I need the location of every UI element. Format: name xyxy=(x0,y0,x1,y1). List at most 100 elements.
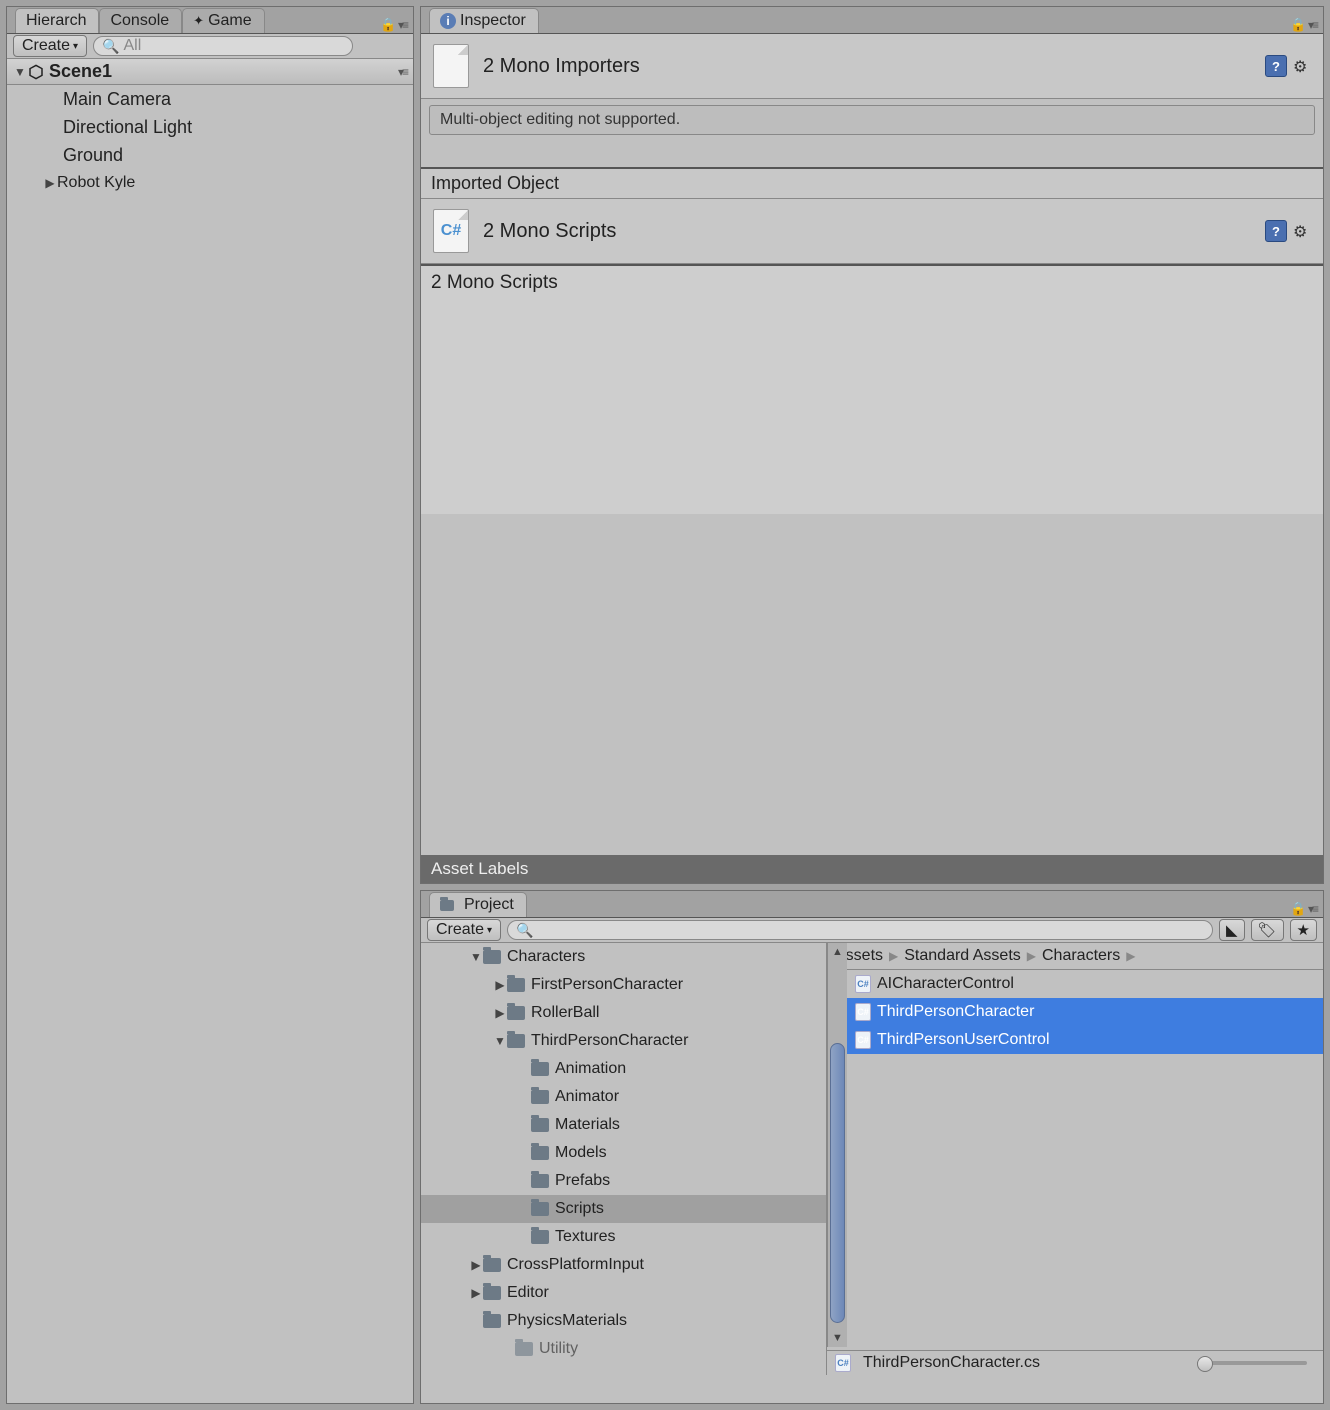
csharp-file-icon: C# xyxy=(433,209,469,253)
tree-item-scripts[interactable]: Scripts xyxy=(421,1195,826,1223)
folder-icon xyxy=(515,1342,533,1356)
scroll-thumb[interactable] xyxy=(830,1043,845,1323)
thumbnail-size-slider[interactable] xyxy=(1197,1361,1307,1365)
hierarchy-search[interactable]: 🔍All xyxy=(93,36,353,56)
create-button[interactable]: Create▾ xyxy=(427,919,501,941)
csharp-icon: C# xyxy=(835,1354,851,1372)
hierarchy-item[interactable]: ▶Robot Kyle xyxy=(7,169,413,197)
tree-item[interactable]: ▶Editor xyxy=(421,1279,826,1307)
tree-item[interactable]: ▶RollerBall xyxy=(421,999,826,1027)
foldout-icon[interactable]: ▶ xyxy=(43,171,57,195)
inspector-body: 2 Mono Scripts xyxy=(421,264,1323,514)
project-toolbar: Create▾ 🔍 ◣ 🏷 ★ xyxy=(421,917,1323,943)
panel-menu-icon[interactable]: ▾≡ xyxy=(1308,902,1317,916)
panel-menu-icon[interactable]: ▾≡ xyxy=(1308,18,1317,32)
file-item[interactable]: C#AICharacterControl xyxy=(827,970,1323,998)
folder-icon xyxy=(507,1006,525,1020)
help-icon[interactable]: ? xyxy=(1265,55,1287,77)
csharp-icon: C# xyxy=(855,1003,871,1021)
folder-icon xyxy=(531,1146,549,1160)
scroll-up-icon[interactable]: ▲ xyxy=(828,943,847,961)
tab-game[interactable]: ✦Game xyxy=(182,8,264,33)
hierarchy-toolbar: Create▾ 🔍All xyxy=(7,33,413,59)
asset-labels-bar[interactable]: Asset Labels xyxy=(421,855,1323,883)
folder-icon xyxy=(507,978,525,992)
project-status-bar: C# ThirdPersonCharacter.cs xyxy=(827,1350,1323,1375)
inspector-panel: iInspector 🔒 ▾≡ 2 Mono Importers ? ⚙ Mul… xyxy=(420,6,1324,884)
crumb[interactable]: Characters xyxy=(1042,947,1120,965)
tree-item[interactable]: Utility xyxy=(421,1335,826,1363)
file-icon xyxy=(433,44,469,88)
lock-icon[interactable]: 🔒 xyxy=(1290,17,1304,33)
tree-item[interactable]: PhysicsMaterials xyxy=(421,1307,826,1335)
file-item[interactable]: C#ThirdPersonCharacter xyxy=(827,998,1323,1026)
tree-item[interactable]: Prefabs xyxy=(421,1167,826,1195)
crumb[interactable]: Standard Assets xyxy=(904,947,1021,965)
tree-item[interactable]: Animator xyxy=(421,1083,826,1111)
chevron-right-icon: ▶ xyxy=(1126,949,1135,963)
hierarchy-item[interactable]: Main Camera xyxy=(7,85,413,113)
gear-icon[interactable]: ⚙ xyxy=(1293,57,1311,75)
foldout-icon[interactable]: ▶ xyxy=(493,973,507,997)
tab-project[interactable]: Project xyxy=(429,892,527,917)
folder-icon xyxy=(483,1286,501,1300)
create-button[interactable]: Create▾ xyxy=(13,35,87,57)
folder-icon xyxy=(531,1174,549,1188)
foldout-icon[interactable]: ▼ xyxy=(493,1029,507,1053)
folder-icon xyxy=(483,1258,501,1272)
project-panel: Project 🔒 ▾≡ Create▾ 🔍 ◣ 🏷 ★ ▼Characters… xyxy=(420,890,1324,1404)
tree-scrollbar[interactable]: ▲ ▼ xyxy=(827,943,847,1347)
tree-item[interactable]: ▼ThirdPersonCharacter xyxy=(421,1027,826,1055)
lock-icon[interactable]: 🔒 xyxy=(1290,901,1304,917)
inspector-header: 2 Mono Importers ? ⚙ xyxy=(421,34,1323,99)
foldout-icon[interactable]: ▼ xyxy=(469,945,483,969)
tree-item[interactable]: ▶FirstPersonCharacter xyxy=(421,971,826,999)
imported-object-header: Imported Object xyxy=(421,167,1323,199)
help-icon[interactable]: ? xyxy=(1265,220,1287,242)
hierarchy-item[interactable]: Directional Light xyxy=(7,113,413,141)
filter-type-button[interactable]: ◣ xyxy=(1219,919,1245,941)
folder-icon xyxy=(531,1118,549,1132)
foldout-icon[interactable]: ▶ xyxy=(469,1253,483,1277)
tree-item[interactable]: Materials xyxy=(421,1111,826,1139)
scene-name: Scene1 xyxy=(49,61,112,82)
filter-label-button[interactable]: 🏷 xyxy=(1251,919,1284,941)
tab-console[interactable]: Console xyxy=(99,8,182,33)
project-tabs: Project 🔒 ▾≡ xyxy=(421,891,1323,917)
inspector-tabs: iInspector 🔒 ▾≡ xyxy=(421,7,1323,33)
mono-scripts-title: 2 Mono Scripts xyxy=(483,220,616,243)
scroll-down-icon[interactable]: ▼ xyxy=(828,1329,847,1347)
search-icon: 🔍 xyxy=(516,922,533,939)
tree-item[interactable]: Animation xyxy=(421,1055,826,1083)
folder-icon xyxy=(531,1202,549,1216)
foldout-icon[interactable]: ▶ xyxy=(493,1001,507,1025)
tree-item-characters[interactable]: ▼Characters xyxy=(421,943,826,971)
gear-icon[interactable]: ⚙ xyxy=(1293,222,1311,240)
tree-item[interactable]: Textures xyxy=(421,1223,826,1251)
foldout-icon[interactable]: ▼ xyxy=(13,65,27,79)
tree-item[interactable]: Models xyxy=(421,1139,826,1167)
favorite-button[interactable]: ★ xyxy=(1290,919,1317,941)
scene-menu-icon[interactable]: ▾≡ xyxy=(398,65,407,79)
folder-icon xyxy=(483,950,501,964)
foldout-icon[interactable]: ▶ xyxy=(469,1281,483,1305)
search-icon: 🔍 xyxy=(102,38,119,55)
project-tree: ▼Characters ▶FirstPersonCharacter ▶Rolle… xyxy=(421,943,827,1375)
folder-icon xyxy=(440,900,454,911)
unity-icon: ✦ xyxy=(193,13,204,29)
tree-item[interactable]: ▶CrossPlatformInput xyxy=(421,1251,826,1279)
folder-icon xyxy=(483,1314,501,1328)
folder-icon xyxy=(507,1034,525,1048)
hierarchy-panel: Hierarch Console ✦Game 🔒 ▾≡ Create▾ 🔍All… xyxy=(6,6,414,1404)
tab-hierarchy[interactable]: Hierarch xyxy=(15,8,99,33)
lock-icon[interactable]: 🔒 xyxy=(380,17,394,33)
project-search[interactable]: 🔍 xyxy=(507,920,1213,940)
hierarchy-tree: Main Camera Directional Light Ground ▶Ro… xyxy=(7,85,413,197)
scene-header[interactable]: ▼ Scene1 ▾≡ xyxy=(7,59,413,85)
panel-menu-icon[interactable]: ▾≡ xyxy=(398,18,407,32)
csharp-icon: C# xyxy=(855,1031,871,1049)
hierarchy-item[interactable]: Ground xyxy=(7,141,413,169)
file-item[interactable]: C#ThirdPersonUserControl xyxy=(827,1026,1323,1054)
unity-icon xyxy=(27,63,45,81)
tab-inspector[interactable]: iInspector xyxy=(429,8,539,33)
